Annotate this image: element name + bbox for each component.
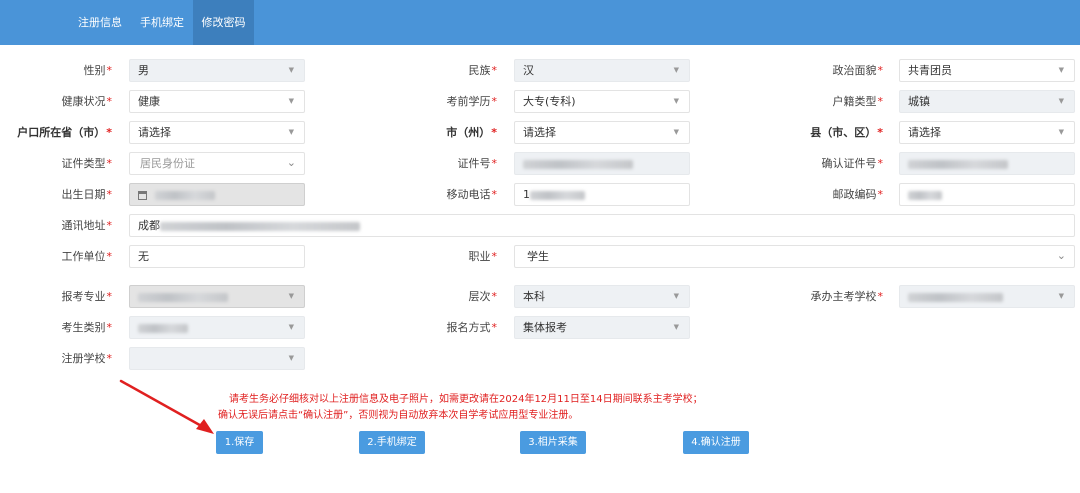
bind-phone-button[interactable]: 2.手机绑定	[359, 431, 425, 454]
red-arrow-annotation	[119, 379, 214, 434]
confirm-registration-button[interactable]: 4.确认注册	[683, 431, 749, 454]
photo-capture-button[interactable]: 3.相片采集	[520, 431, 586, 454]
save-button[interactable]: 1.保存	[216, 431, 263, 454]
